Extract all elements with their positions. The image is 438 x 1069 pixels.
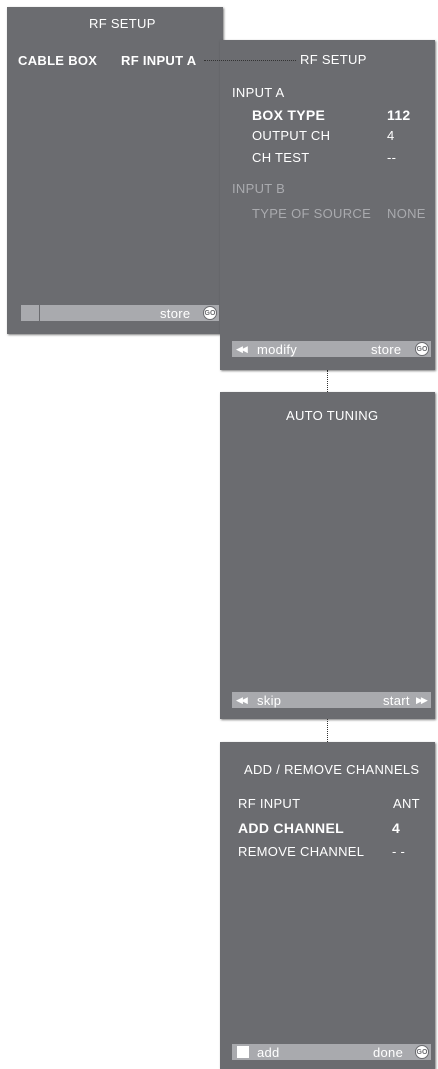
done-label[interactable]: done: [373, 1045, 403, 1060]
bar-divider: [39, 305, 40, 321]
rf-setup-menu-input: RF SETUP INPUT A BOX TYPE 112 OUTPUT CH …: [220, 40, 435, 370]
add-channel-label[interactable]: ADD CHANNEL: [238, 820, 344, 836]
status-bar: ◀◀ skip start ▶▶: [232, 692, 431, 708]
rewind-icon: ◀◀: [236, 344, 248, 354]
store-label[interactable]: store: [160, 306, 190, 321]
menu-title: RF SETUP: [89, 16, 156, 31]
menu-item-cable-box[interactable]: CABLE BOX: [18, 53, 97, 68]
ch-test-label[interactable]: CH TEST: [252, 150, 309, 165]
menu-title: RF SETUP: [300, 52, 367, 67]
box-type-label[interactable]: BOX TYPE: [252, 107, 325, 123]
start-label[interactable]: start: [383, 693, 410, 708]
skip-label[interactable]: skip: [257, 693, 281, 708]
go-icon: GO: [203, 306, 217, 320]
go-icon: GO: [415, 342, 429, 356]
connector-line: [327, 719, 328, 742]
status-bar: ◀◀ modify store GO: [232, 341, 431, 357]
menu-item-rf-input-a[interactable]: RF INPUT A: [121, 53, 196, 68]
remove-channel-value[interactable]: - -: [392, 844, 405, 859]
status-bar: store GO: [21, 305, 219, 321]
output-ch-label[interactable]: OUTPUT CH: [252, 128, 330, 143]
white-square-icon: [237, 1046, 249, 1058]
modify-label[interactable]: modify: [257, 342, 297, 357]
rewind-icon: ◀◀: [236, 695, 248, 705]
fast-forward-icon: ▶▶: [416, 695, 428, 705]
add-channel-value[interactable]: 4: [392, 820, 400, 836]
type-of-source-value: NONE: [387, 206, 426, 221]
add-label[interactable]: add: [257, 1045, 280, 1060]
ch-test-value[interactable]: --: [387, 150, 396, 165]
output-ch-value[interactable]: 4: [387, 128, 395, 143]
store-label[interactable]: store: [371, 342, 401, 357]
input-b-heading: INPUT B: [232, 181, 286, 196]
rf-input-value[interactable]: ANT: [393, 796, 420, 811]
menu-title: ADD / REMOVE CHANNELS: [244, 762, 420, 777]
rf-input-label[interactable]: RF INPUT: [238, 796, 300, 811]
auto-tuning-menu: AUTO TUNING ◀◀ skip start ▶▶: [220, 392, 435, 719]
connector-line: [327, 370, 328, 392]
box-type-value[interactable]: 112: [387, 107, 411, 123]
go-icon: GO: [415, 1045, 429, 1059]
input-a-heading: INPUT A: [232, 85, 285, 100]
add-remove-channels-menu: ADD / REMOVE CHANNELS RF INPUT ANT ADD C…: [220, 742, 435, 1069]
status-bar: add done GO: [232, 1044, 431, 1060]
remove-channel-label[interactable]: REMOVE CHANNEL: [238, 844, 364, 859]
connector-line: [204, 60, 296, 61]
menu-title: AUTO TUNING: [286, 408, 379, 423]
type-of-source-label: TYPE OF SOURCE: [252, 206, 372, 221]
